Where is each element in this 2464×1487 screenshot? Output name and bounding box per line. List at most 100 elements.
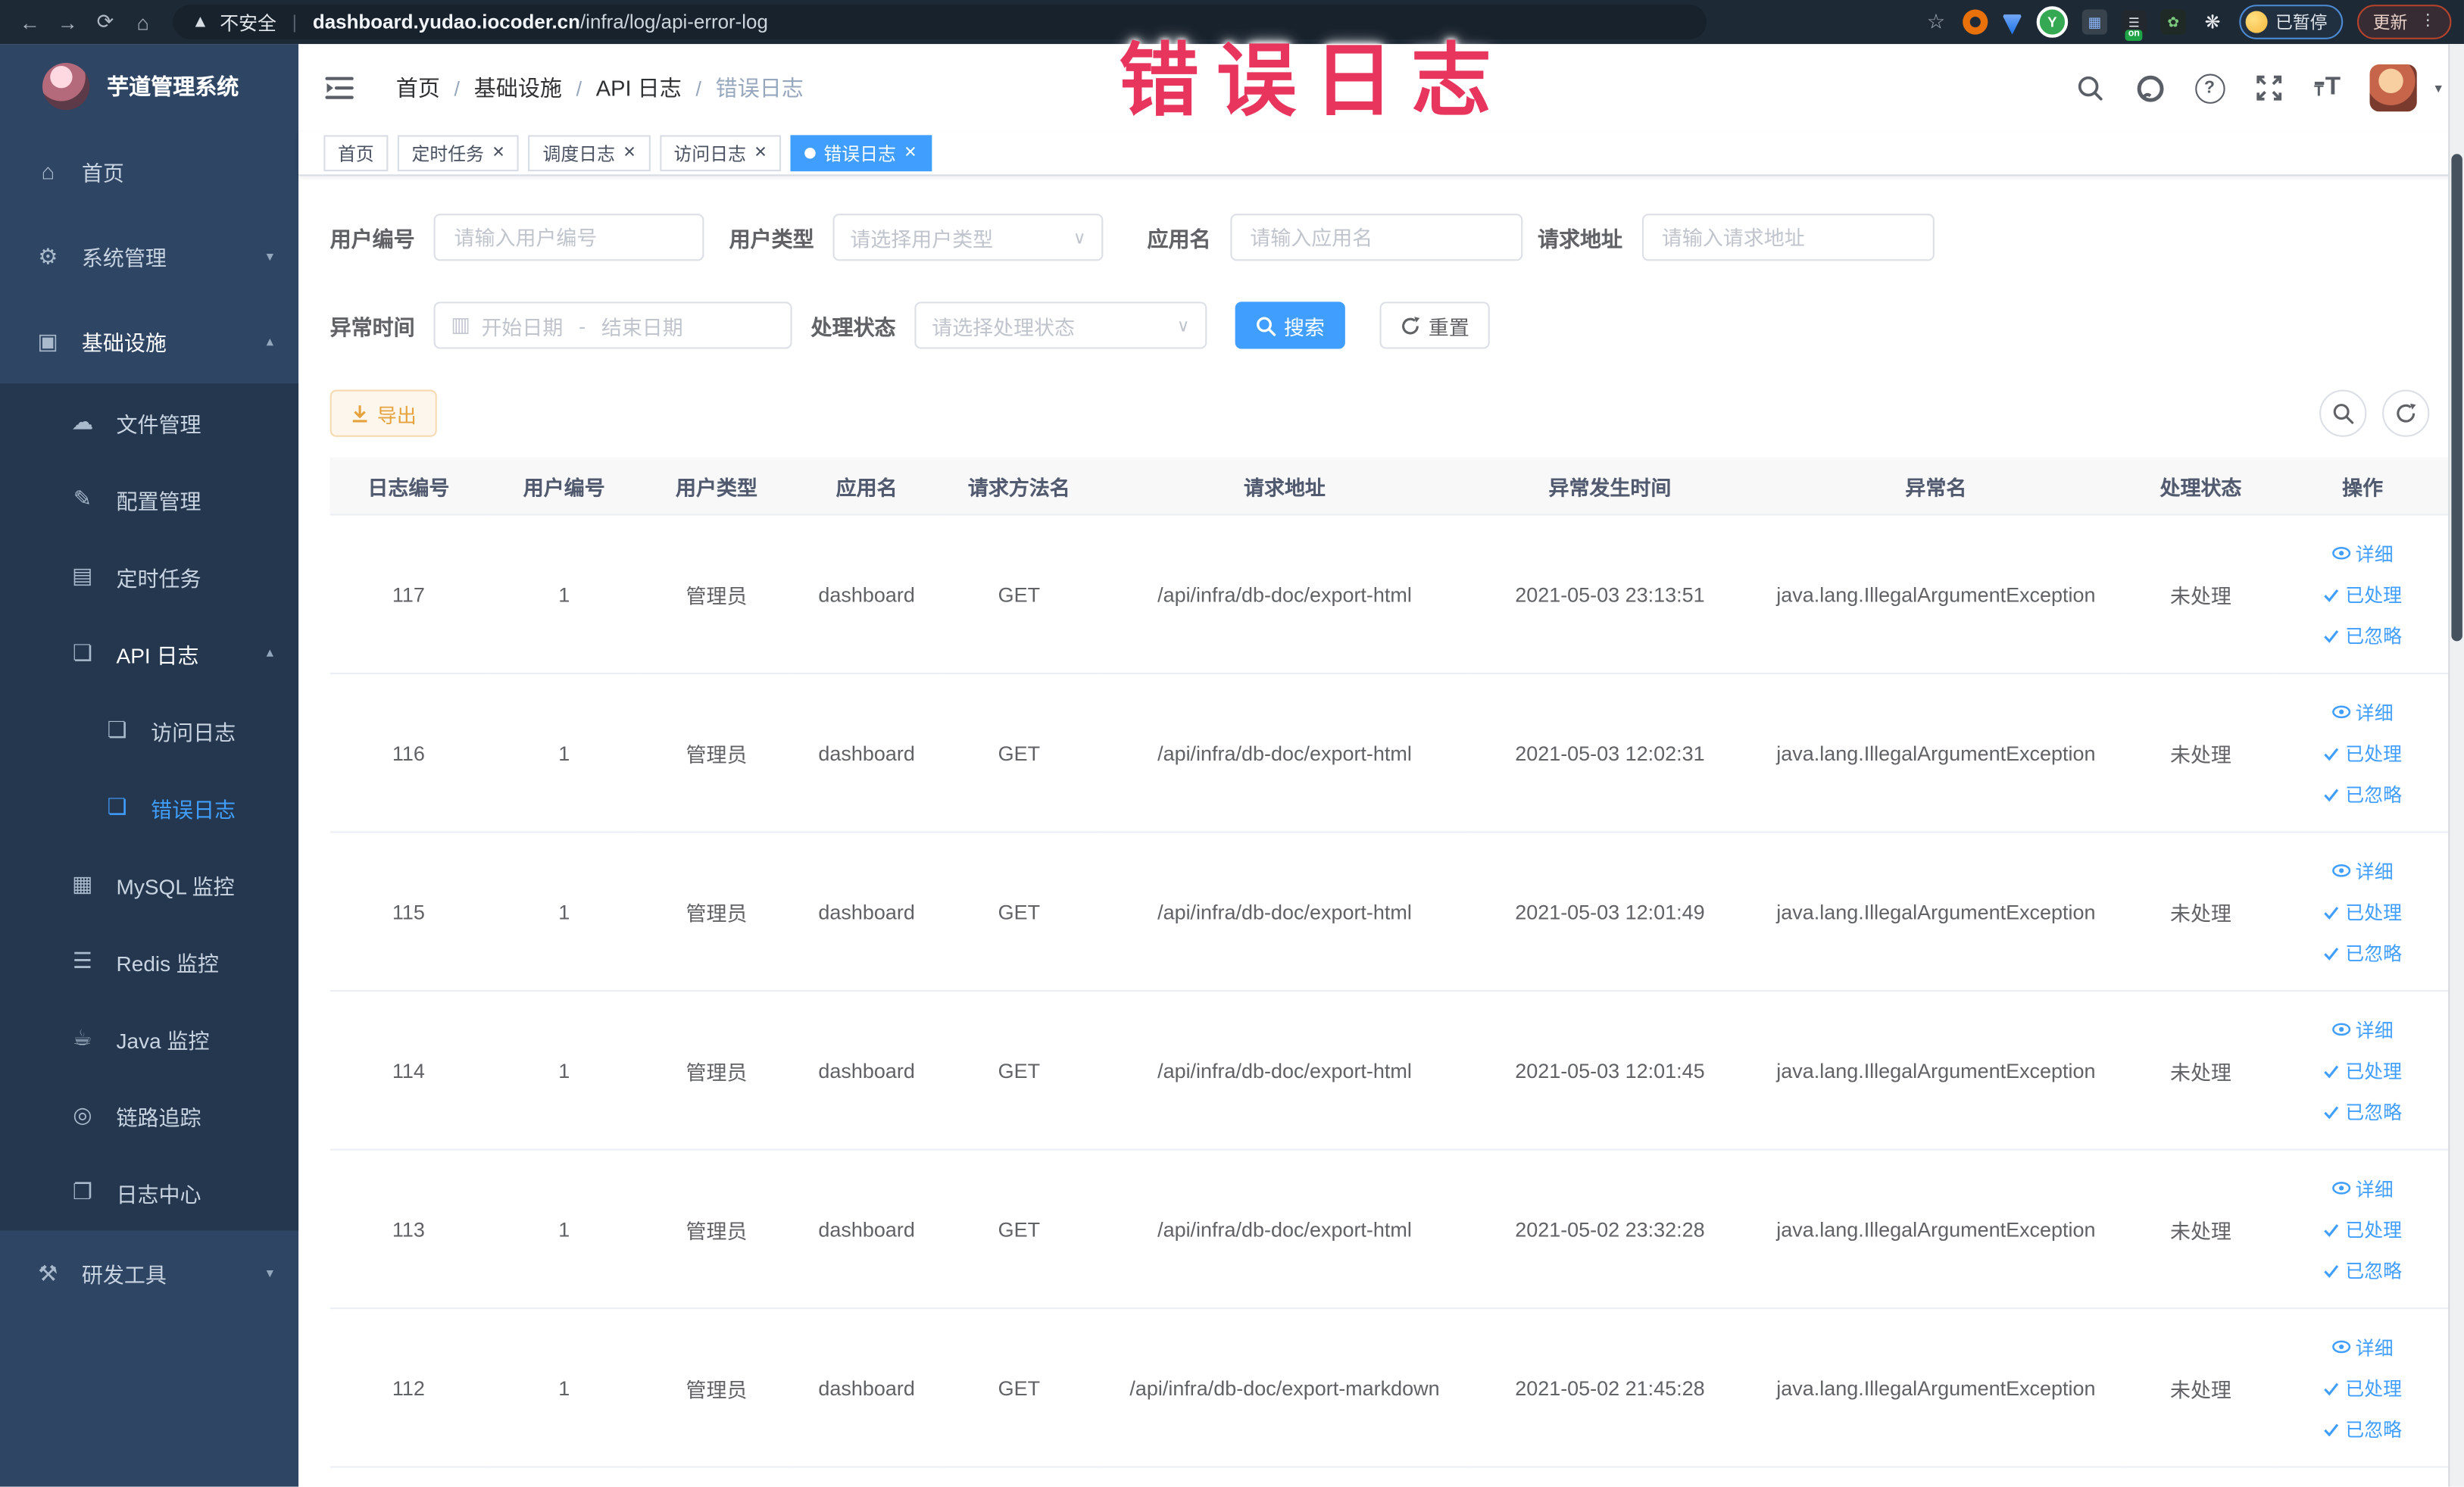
- detail-link[interactable]: 详细: [2332, 858, 2394, 884]
- close-icon[interactable]: ✕: [623, 145, 636, 162]
- font-size-icon[interactable]: TT: [2314, 75, 2341, 101]
- page-scrollbar[interactable]: [2448, 44, 2464, 1487]
- sidebar-item-mysql-monitor[interactable]: ▦ MySQL 监控: [0, 845, 298, 923]
- cell-user-type: 管理员: [641, 1149, 792, 1310]
- search-button[interactable]: 搜索: [1235, 301, 1345, 349]
- search-icon[interactable]: [2075, 73, 2105, 102]
- extension-green-icon[interactable]: Y: [2036, 6, 2069, 38]
- sidebar-item-system[interactable]: ⚙ 系统管理 ▾: [0, 214, 298, 298]
- cell-user-type: 管理员: [641, 991, 792, 1151]
- cell-request-url: /api/infra/db-doc/export-html: [1097, 1149, 1472, 1310]
- sidebar-item-home[interactable]: ⌂ 首页: [0, 129, 298, 214]
- breadcrumb-api-log[interactable]: API 日志: [596, 72, 682, 103]
- sidebar-item-access-log[interactable]: ❏ 访问日志: [0, 692, 298, 769]
- cell-process-status: 未处理: [2124, 1308, 2278, 1468]
- sidebar-item-tracing[interactable]: ◎ 链路追踪: [0, 1076, 298, 1154]
- sidebar-item-api-log[interactable]: ❏ API 日志 ▴: [0, 614, 298, 692]
- mark-processed-link[interactable]: 已处理: [2323, 898, 2402, 925]
- detail-link[interactable]: 详细: [2332, 1175, 2394, 1201]
- col-exception-time: 异常发生时间: [1472, 457, 1747, 516]
- mark-ignored-link[interactable]: 已忽略: [2323, 1098, 2402, 1124]
- request-url-input[interactable]: [1658, 223, 1916, 251]
- extension-leaf-icon[interactable]: ✿: [2160, 9, 2186, 35]
- mark-ignored-link[interactable]: 已忽略: [2323, 1257, 2402, 1283]
- cell-method: GET: [941, 1308, 1098, 1468]
- user-avatar[interactable]: [2370, 64, 2418, 112]
- mark-ignored-link[interactable]: 已忽略: [2323, 780, 2402, 807]
- cell-request-url: /api/infra/db-doc/export-html: [1097, 514, 1472, 675]
- sidebar-collapse-icon[interactable]: [323, 72, 354, 103]
- mark-ignored-link[interactable]: 已忽略: [2323, 1415, 2402, 1442]
- extension-shield-icon[interactable]: [2002, 14, 2023, 35]
- profile-chip[interactable]: 已暂停: [2239, 5, 2344, 39]
- chevron-down-icon: ▾: [266, 247, 273, 264]
- mark-processed-link[interactable]: 已处理: [2323, 1216, 2402, 1242]
- breadcrumb-home[interactable]: 首页: [396, 72, 440, 103]
- sidebar-item-java-monitor[interactable]: ☕ Java 监控: [0, 999, 298, 1076]
- scrollbar-thumb[interactable]: [2451, 154, 2462, 642]
- mark-ignored-link[interactable]: 已忽略: [2323, 939, 2402, 966]
- close-icon[interactable]: ✕: [904, 145, 917, 162]
- sidebar-item-redis-monitor[interactable]: ☰ Redis 监控: [0, 923, 298, 1000]
- mark-processed-link[interactable]: 已处理: [2323, 739, 2402, 766]
- reload-icon[interactable]: ⟳: [88, 9, 123, 34]
- sidebar-logo[interactable]: 芋道管理系统: [0, 44, 298, 129]
- browser-menu-icon[interactable]: ⋮: [2420, 14, 2436, 30]
- reset-button[interactable]: 重置: [1379, 301, 1490, 349]
- detail-link[interactable]: 详细: [2332, 1016, 2394, 1042]
- detail-link[interactable]: 详细: [2332, 698, 2394, 725]
- mark-processed-link[interactable]: 已处理: [2323, 581, 2402, 608]
- sidebar-item-error-log[interactable]: ❏ 错误日志: [0, 768, 298, 845]
- tab-access-log[interactable]: 访问日志 ✕: [659, 135, 782, 172]
- sidebar-item-dev-tools[interactable]: ⚒ 研发工具 ▾: [0, 1230, 298, 1315]
- col-actions: 操作: [2277, 457, 2449, 516]
- extension-grid-icon[interactable]: ▦: [2081, 9, 2108, 35]
- sidebar-item-scheduled-jobs[interactable]: ▤ 定时任务: [0, 538, 298, 615]
- extension-orange-icon[interactable]: [1963, 9, 1988, 35]
- back-icon[interactable]: ←: [13, 10, 48, 33]
- tab-schedule-log[interactable]: 调度日志 ✕: [528, 135, 651, 172]
- table-row: 115 1 管理员 dashboard GET /api/infra/db-do…: [329, 832, 2449, 992]
- mark-processed-link[interactable]: 已处理: [2323, 1374, 2402, 1401]
- extensions-puzzle-icon[interactable]: ❋: [2200, 9, 2225, 34]
- col-user-id: 用户编号: [487, 457, 642, 516]
- user-type-label: 用户类型: [729, 227, 814, 251]
- user-type-select[interactable]: 请选择用户类型 ∨: [832, 214, 1104, 261]
- fullscreen-icon[interactable]: [2254, 73, 2284, 102]
- gear-icon: ⚙: [38, 242, 58, 268]
- home-icon[interactable]: ⌂: [126, 10, 161, 33]
- tab-scheduled-jobs[interactable]: 定时任务 ✕: [397, 135, 520, 172]
- avatar-caret-icon[interactable]: ▾: [2435, 80, 2442, 97]
- cell-process-status: 未处理: [2124, 514, 2278, 675]
- cell-method: GET: [941, 673, 1098, 833]
- update-button[interactable]: 更新 ⋮: [2356, 5, 2452, 39]
- app-name-input[interactable]: [1247, 223, 1505, 251]
- cell-process-status: 未处理: [2124, 832, 2278, 992]
- sidebar-item-config-manage[interactable]: ✎ 配置管理: [0, 461, 298, 538]
- user-id-input[interactable]: [451, 223, 687, 251]
- cell-user-type: 管理员: [641, 514, 792, 675]
- bookmark-star-icon[interactable]: ☆: [1923, 9, 1948, 34]
- breadcrumb-infra[interactable]: 基础设施: [474, 72, 562, 103]
- extension-switch-icon[interactable]: ☰: [2121, 9, 2147, 35]
- exception-time-range-picker[interactable]: ▥ 开始日期 - 结束日期: [433, 301, 792, 349]
- tab-home[interactable]: 首页: [323, 135, 389, 172]
- sidebar-item-log-center[interactable]: ❐ 日志中心: [0, 1154, 298, 1231]
- close-icon[interactable]: ✕: [492, 145, 504, 162]
- refresh-table-button[interactable]: [2382, 389, 2430, 437]
- help-icon[interactable]: ?: [2194, 73, 2225, 103]
- tab-error-log[interactable]: 错误日志 ✕: [790, 135, 932, 172]
- toggle-search-button[interactable]: [2319, 389, 2367, 437]
- table-body: 117 1 管理员 dashboard GET /api/infra/db-do…: [329, 514, 2449, 1468]
- mark-ignored-link[interactable]: 已忽略: [2323, 622, 2402, 648]
- github-icon[interactable]: [2135, 73, 2165, 102]
- forward-icon[interactable]: →: [50, 10, 85, 33]
- process-status-select[interactable]: 请选择处理状态 ∨: [914, 301, 1207, 349]
- export-button[interactable]: 导出: [329, 389, 437, 437]
- mark-processed-link[interactable]: 已处理: [2323, 1057, 2402, 1083]
- sidebar-item-file-manage[interactable]: ☁ 文件管理: [0, 383, 298, 461]
- detail-link[interactable]: 详细: [2332, 540, 2394, 567]
- sidebar-item-infra[interactable]: ▣ 基础设施 ▴: [0, 298, 298, 383]
- detail-link[interactable]: 详细: [2332, 1333, 2394, 1360]
- close-icon[interactable]: ✕: [754, 145, 767, 162]
